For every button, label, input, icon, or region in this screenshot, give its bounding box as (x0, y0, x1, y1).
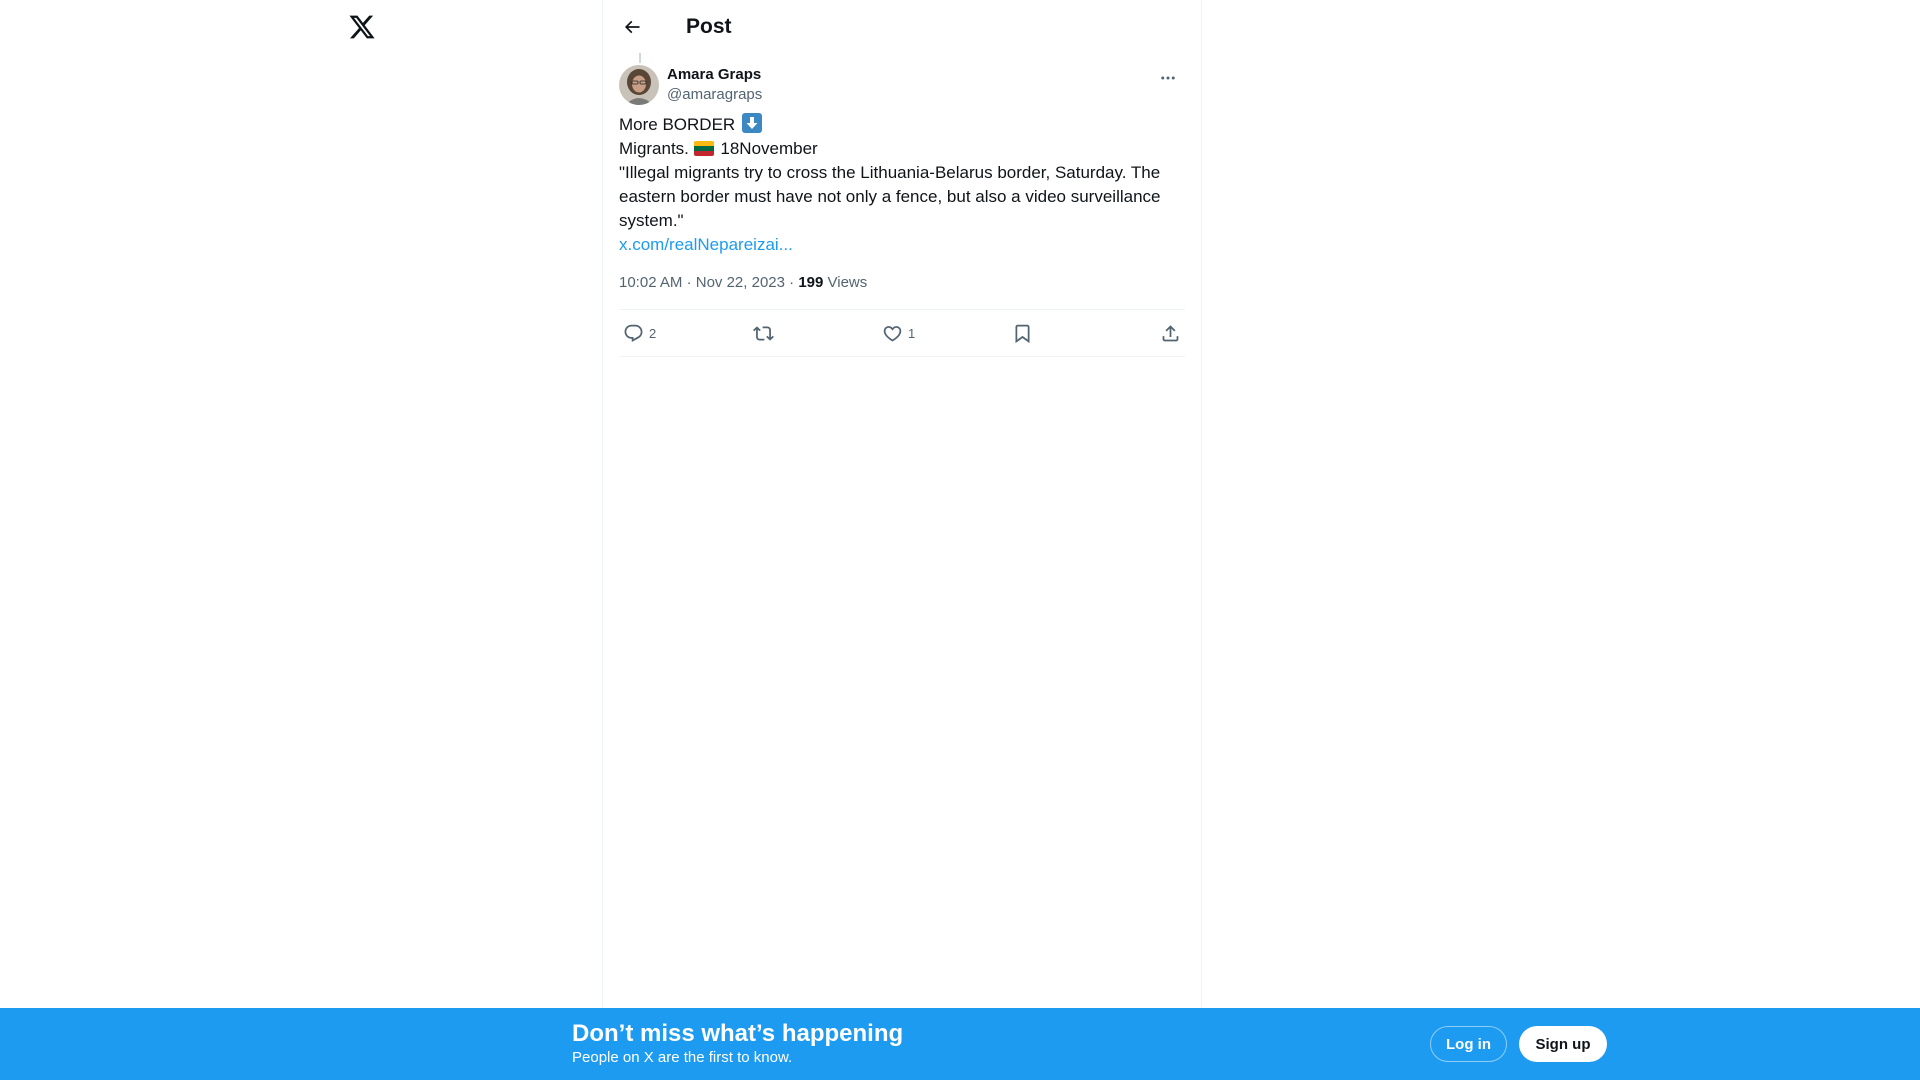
more-dots-icon (1161, 76, 1175, 80)
arrow-left-icon (624, 20, 640, 33)
author-handle[interactable]: @amaragraps (667, 85, 762, 105)
views-label: Views (827, 274, 868, 291)
retweet-button[interactable] (752, 323, 793, 344)
post-date[interactable]: Nov 22, 2023 (696, 274, 785, 291)
signup-button[interactable]: Sign up (1519, 1026, 1607, 1062)
page-header: Post (603, 0, 1201, 53)
back-button[interactable] (619, 14, 645, 40)
post-text-border: More BORDER (619, 115, 736, 134)
share-button[interactable] (1141, 323, 1181, 344)
meta-separator: · (789, 274, 795, 291)
heart-icon (883, 325, 902, 342)
post-text-quote: "Illegal migrants try to cross the Lithu… (619, 163, 1161, 230)
post-text-date: 18November (720, 139, 818, 158)
share-icon (1162, 324, 1179, 341)
post-text-line-1: More BORDER (619, 113, 1185, 137)
banner-subtitle: People on X are the first to know. (572, 1049, 793, 1066)
post-link[interactable]: x.com/realNepareizai... (619, 233, 1185, 257)
lithuania-flag-icon (693, 141, 714, 156)
like-button[interactable]: 1 (882, 323, 922, 344)
post-text: More BORDER Migrants. 18November "Illega… (619, 113, 1185, 257)
reply-count: 2 (649, 325, 657, 341)
post: Amara Graps @amaragraps More BORDER Migr… (603, 53, 1201, 357)
signup-banner: Don’t miss what’s happening People on X … (0, 1008, 1920, 1080)
primary-column: Post Amara Graps @amaragraps More BORDER… (602, 0, 1202, 1010)
post-time[interactable]: 10:02 AM (619, 274, 682, 291)
reply-icon (624, 324, 643, 342)
more-options-button[interactable] (1151, 63, 1185, 93)
bookmark-icon (1015, 324, 1029, 343)
reply-button[interactable]: 2 (623, 323, 663, 344)
retweet-icon (752, 325, 774, 341)
views-count: 199 (798, 274, 824, 291)
author-name[interactable]: Amara Graps (667, 65, 762, 85)
login-button[interactable]: Log in (1430, 1026, 1507, 1062)
post-text-migrants: Migrants. (619, 139, 689, 158)
post-text-line-2: Migrants. 18November (619, 137, 1185, 161)
like-count: 1 (908, 325, 916, 341)
down-arrow-icon (741, 113, 762, 133)
avatar[interactable] (619, 65, 659, 105)
banner-title: Don’t miss what’s happening (572, 1020, 904, 1047)
bookmark-button[interactable] (1012, 323, 1052, 344)
author-row: Amara Graps @amaragraps (619, 53, 1185, 105)
x-logo-icon[interactable] (348, 13, 376, 41)
author-names: Amara Graps @amaragraps (667, 65, 762, 105)
post-meta: 10:02 AM · Nov 22, 2023 · 199 Views (619, 273, 1185, 293)
action-bar: 2 1 (619, 309, 1185, 357)
meta-separator: · (686, 274, 692, 291)
page-title: Post (686, 14, 732, 38)
banner-text: Don’t miss what’s happening People on X … (572, 1020, 903, 1068)
